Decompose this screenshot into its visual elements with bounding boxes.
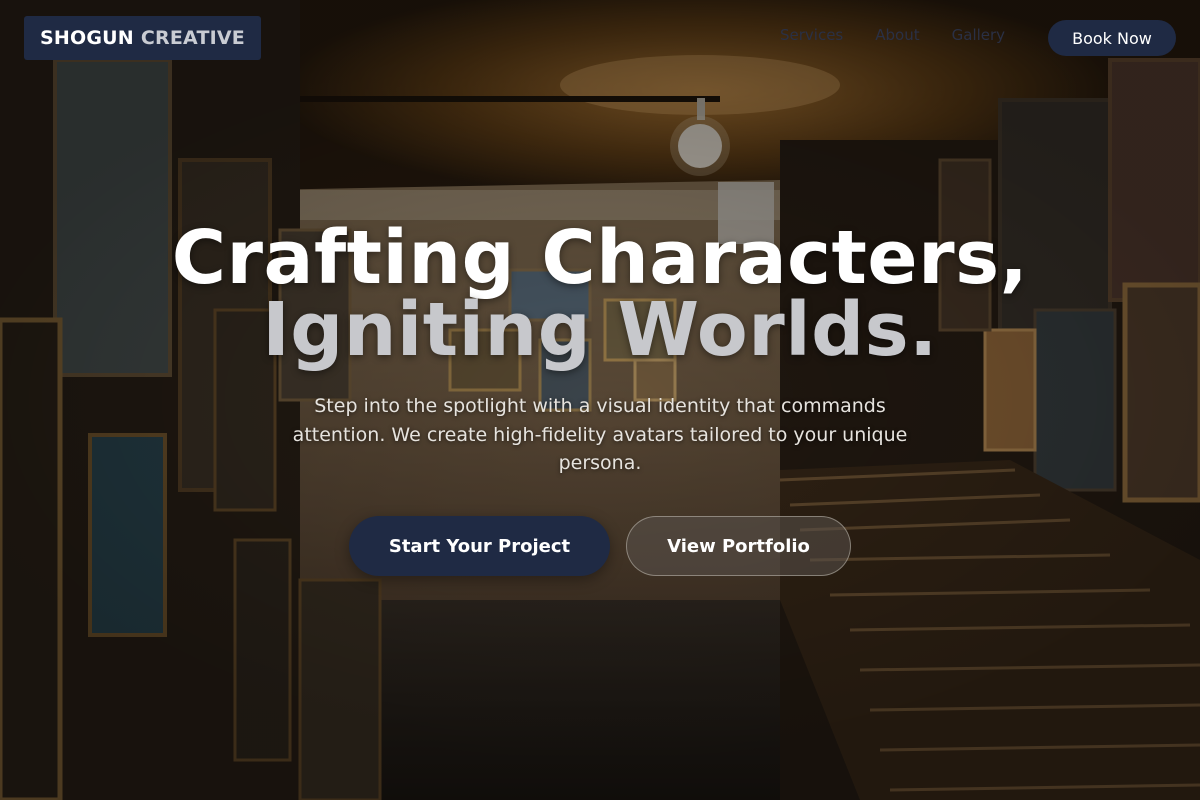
- nav-link-gallery[interactable]: Gallery: [952, 26, 1005, 44]
- nav-link-about[interactable]: About: [875, 26, 919, 44]
- nav-link-services[interactable]: Services: [780, 26, 843, 44]
- view-portfolio-button[interactable]: View Portfolio: [626, 516, 851, 576]
- hero-title-line-2: Igniting Worlds.: [262, 287, 938, 373]
- logo-word-primary: SHOGUN: [40, 27, 134, 49]
- hero-subtitle: Step into the spotlight with a visual id…: [292, 395, 908, 474]
- hero-title-line-1: Crafting Characters,: [171, 215, 1029, 301]
- book-now-button[interactable]: Book Now: [1048, 20, 1176, 56]
- logo-word-secondary: CREATIVE: [140, 27, 245, 49]
- hero-title: Crafting Characters, Igniting Worlds.: [0, 215, 1200, 373]
- start-project-button[interactable]: Start Your Project: [349, 516, 610, 576]
- main-nav: Services About Gallery: [780, 26, 1005, 44]
- brand-logo[interactable]: SHOGUN CREATIVE: [24, 16, 261, 60]
